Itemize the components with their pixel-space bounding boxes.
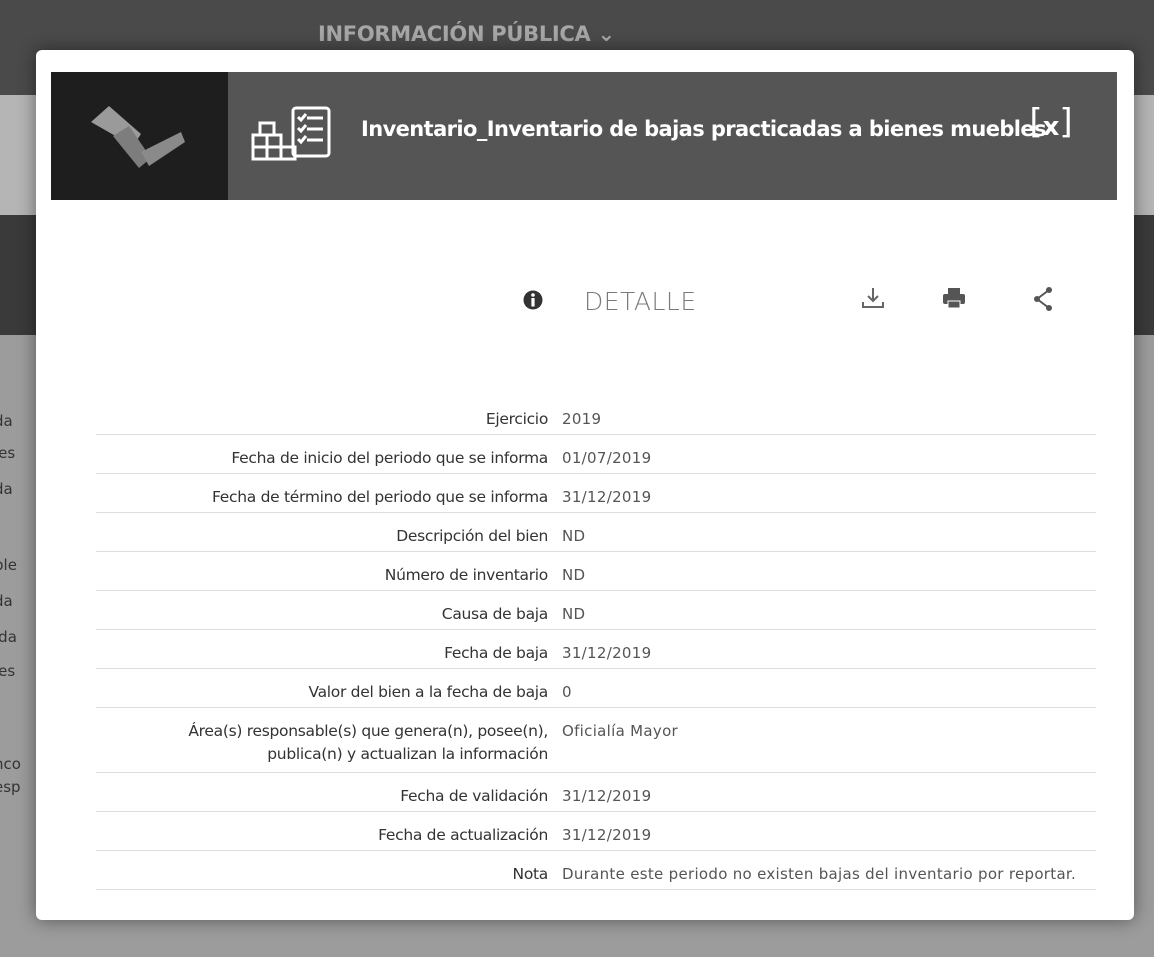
detail-row-valor-bien: Valor del bien a la fecha de baja 0	[96, 675, 1096, 708]
background-fragment: da	[0, 592, 13, 610]
detail-modal: Inventario_Inventario de bajas practicad…	[36, 50, 1134, 920]
detail-row-causa-baja: Causa de baja ND	[96, 597, 1096, 630]
share-icon[interactable]	[1032, 285, 1054, 313]
detail-value: 31/12/2019	[562, 826, 652, 844]
detail-label: Valor del bien a la fecha de baja	[308, 683, 549, 701]
background-sidebar-fragments: da les da ble da ida les nco esp	[0, 400, 40, 860]
background-fragment: ida	[0, 628, 17, 646]
detail-label: Nota	[512, 865, 549, 883]
logo-icon	[91, 106, 185, 168]
detail-value: 01/07/2019	[562, 449, 652, 467]
background-fragment: esp	[0, 778, 21, 796]
detail-value: 31/12/2019	[562, 488, 652, 506]
close-bracket: [	[1029, 102, 1043, 142]
detail-label: Número de inventario	[384, 566, 549, 584]
detail-row-area-responsable: Área(s) responsable(s) que genera(n), po…	[96, 714, 1096, 773]
detail-value: ND	[562, 527, 586, 545]
detail-row-fecha-actualizacion: Fecha de actualización 31/12/2019	[96, 818, 1096, 851]
close-icon: x	[1042, 112, 1060, 142]
detail-value: ND	[562, 566, 586, 584]
background-fragment: les	[0, 662, 16, 680]
detail-value: ND	[562, 605, 586, 623]
detail-label: Fecha de término del periodo que se info…	[212, 488, 548, 506]
close-button[interactable]: [x]	[1026, 102, 1076, 146]
detail-label: Ejercicio	[485, 410, 548, 428]
document-grid-icon	[251, 106, 331, 161]
detail-value: 0	[562, 683, 572, 701]
detail-value: 31/12/2019	[562, 787, 652, 805]
detail-value: 31/12/2019	[562, 644, 652, 662]
detail-row-fecha-termino: Fecha de término del periodo que se info…	[96, 480, 1096, 513]
detail-row-fecha-validacion: Fecha de validación 31/12/2019	[96, 779, 1096, 812]
detail-label: Área(s) responsable(s) que genera(n), po…	[188, 722, 548, 763]
detail-label: Causa de baja	[441, 605, 549, 623]
download-icon[interactable]	[860, 285, 886, 311]
detail-row-fecha-baja: Fecha de baja 31/12/2019	[96, 636, 1096, 669]
background-fragment: da	[0, 480, 13, 498]
detail-label: Fecha de actualización	[378, 826, 548, 844]
background-fragment: nco	[0, 755, 21, 773]
detail-value: Durante este periodo no existen bajas de…	[562, 865, 1077, 883]
detail-value: 2019	[562, 410, 602, 428]
info-icon	[523, 290, 543, 310]
logo	[51, 72, 228, 200]
background-menu-informacion-publica[interactable]: INFORMACIÓN PÚBLICA ⌄	[318, 22, 615, 46]
detail-label: Descripción del bien	[396, 527, 548, 545]
detail-value: Oficialía Mayor	[562, 722, 679, 740]
detail-label: Fecha de inicio del periodo que se infor…	[231, 449, 548, 467]
print-icon[interactable]	[942, 285, 966, 311]
detail-label: Fecha de baja	[444, 644, 548, 662]
close-bracket: ]	[1059, 102, 1073, 142]
detail-row-ejercicio: Ejercicio 2019	[96, 402, 1096, 435]
detail-row-fecha-inicio: Fecha de inicio del periodo que se infor…	[96, 441, 1096, 474]
section-title-detalle: DETALLE	[584, 287, 697, 316]
detail-row-numero-inventario: Número de inventario ND	[96, 558, 1096, 591]
background-fragment: da	[0, 412, 13, 430]
detail-label: Fecha de validación	[400, 787, 548, 805]
detail-row-nota: Nota Durante este periodo no existen baj…	[96, 857, 1096, 890]
modal-title: Inventario_Inventario de bajas practicad…	[361, 117, 1047, 141]
background-fragment: ble	[0, 556, 17, 574]
background-fragment: les	[0, 444, 16, 462]
modal-header: Inventario_Inventario de bajas practicad…	[51, 72, 1117, 200]
detail-row-descripcion: Descripción del bien ND	[96, 519, 1096, 552]
